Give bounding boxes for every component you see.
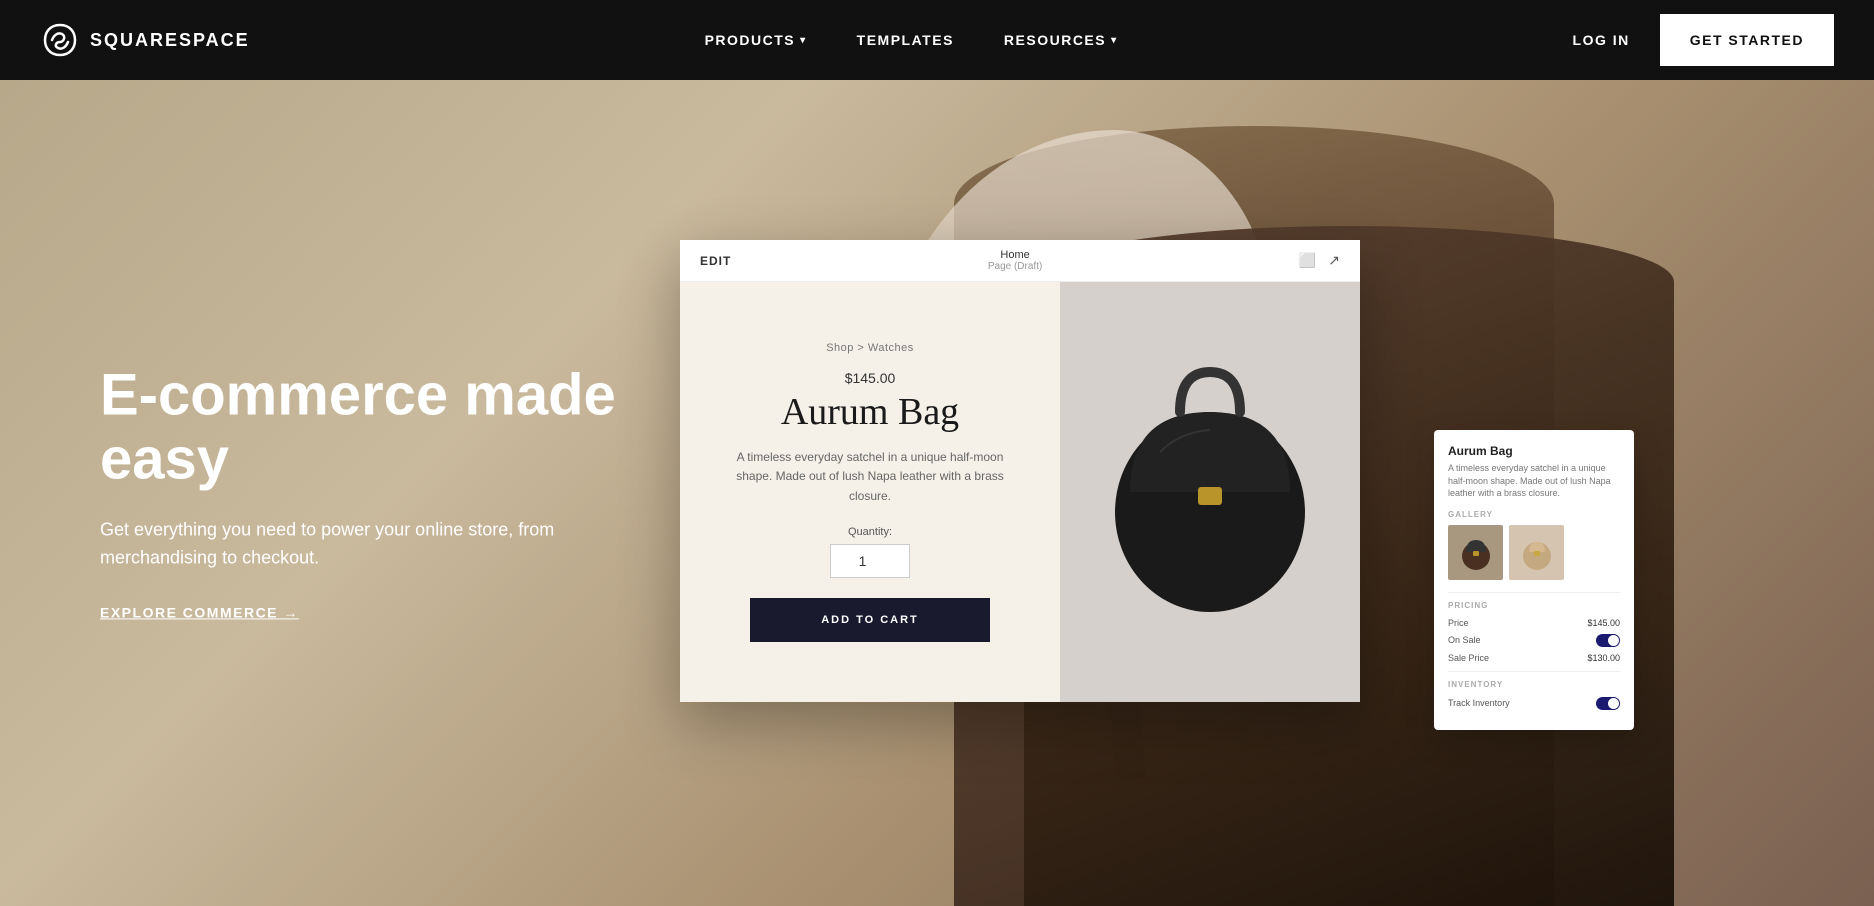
quantity-label: Quantity: <box>848 526 892 538</box>
on-sale-label: On Sale <box>1448 635 1481 645</box>
sale-price-value: $130.00 <box>1587 653 1620 663</box>
price-row: Price $145.00 <box>1448 618 1620 628</box>
on-sale-row: On Sale <box>1448 634 1620 647</box>
divider-2 <box>1448 671 1620 672</box>
nav-actions: LOG IN GET STARTED <box>1573 14 1834 66</box>
edit-label[interactable]: EDIT <box>700 254 731 268</box>
hero-subtext: Get everything you need to power your on… <box>100 515 620 573</box>
price-value: $145.00 <box>1587 618 1620 628</box>
nav-products[interactable]: PRODUCTS ▾ <box>705 32 807 48</box>
side-panel-title: Aurum Bag <box>1448 444 1620 458</box>
product-price: $145.00 <box>845 370 896 386</box>
nav-templates[interactable]: TEMPLATES <box>857 32 954 48</box>
nav-resources[interactable]: RESOURCES ▾ <box>1004 32 1118 48</box>
track-inventory-label: Track Inventory <box>1448 698 1510 708</box>
product-name: Aurum Bag <box>781 390 959 434</box>
product-description: A timeless everyday satchel in a unique … <box>720 448 1020 506</box>
product-breadcrumb: Shop > Watches <box>826 342 914 354</box>
product-bag-svg <box>1100 352 1320 632</box>
add-to-cart-button[interactable]: ADD TO CART <box>750 598 990 642</box>
quantity-input[interactable] <box>830 544 910 578</box>
editor-page-title: Home <box>988 249 1042 261</box>
nav-links: PRODUCTS ▾ TEMPLATES RESOURCES ▾ <box>705 32 1118 48</box>
editor-wrapper: EDIT Home Page (Draft) ⬜ ↗ Shop > Watche… <box>680 240 1360 702</box>
gallery-thumb-1[interactable] <box>1448 525 1503 580</box>
sale-price-row: Sale Price $130.00 <box>1448 653 1620 663</box>
product-form: Shop > Watches $145.00 Aurum Bag A timel… <box>680 282 1060 702</box>
price-label: Price <box>1448 618 1469 628</box>
inventory-section-label: INVENTORY <box>1448 680 1620 689</box>
on-sale-toggle[interactable] <box>1596 634 1620 647</box>
get-started-button[interactable]: GET STARTED <box>1660 14 1834 66</box>
products-chevron-icon: ▾ <box>800 35 807 46</box>
hero-heading: E-commerce made easy <box>100 363 620 491</box>
divider-1 <box>1448 592 1620 593</box>
gallery-thumbs <box>1448 525 1620 580</box>
mobile-preview-icon[interactable]: ⬜ <box>1299 252 1316 269</box>
gallery-thumb-2[interactable] <box>1509 525 1564 580</box>
side-panel-desc: A timeless everyday satchel in a unique … <box>1448 462 1620 500</box>
side-panel: Aurum Bag A timeless everyday satchel in… <box>1434 430 1634 730</box>
track-inventory-row: Track Inventory <box>1448 697 1620 710</box>
login-link[interactable]: LOG IN <box>1573 32 1630 48</box>
expand-icon[interactable]: ↗ <box>1328 252 1340 269</box>
editor-bar-icons: ⬜ ↗ <box>1299 252 1340 269</box>
editor-content: Shop > Watches $145.00 Aurum Bag A timel… <box>680 282 1360 702</box>
gallery-section-label: GALLERY <box>1448 510 1620 519</box>
logo-text: SQUARESPACE <box>90 30 250 51</box>
resources-chevron-icon: ▾ <box>1111 35 1118 46</box>
pricing-section-label: PRICING <box>1448 601 1620 610</box>
editor-page-info: Home Page (Draft) <box>988 249 1042 272</box>
product-image-area <box>1060 282 1360 702</box>
track-inventory-toggle[interactable] <box>1596 697 1620 710</box>
editor-bar: EDIT Home Page (Draft) ⬜ ↗ <box>680 240 1360 282</box>
editor-page-subtitle: Page (Draft) <box>988 261 1042 272</box>
logo[interactable]: SQUARESPACE <box>40 20 250 60</box>
sale-price-label: Sale Price <box>1448 653 1489 663</box>
hero-section: E-commerce made easy Get everything you … <box>0 80 1874 906</box>
explore-commerce-link[interactable]: EXPLORE COMMERCE → <box>100 605 299 621</box>
hero-content: E-commerce made easy Get everything you … <box>100 363 620 622</box>
navbar: SQUARESPACE PRODUCTS ▾ TEMPLATES RESOURC… <box>0 0 1874 80</box>
